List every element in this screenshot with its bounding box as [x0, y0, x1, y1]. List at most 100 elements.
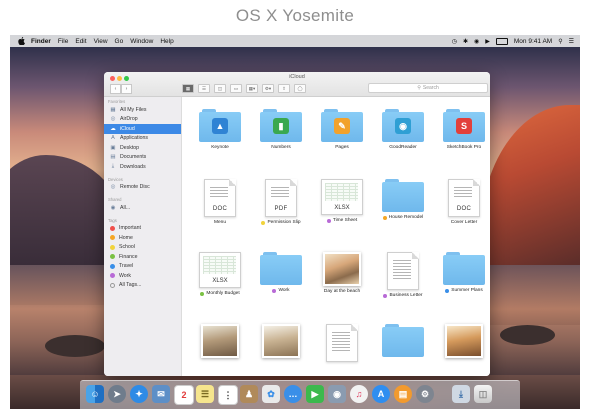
file-item-cover-letter[interactable]: DOC Cover Letter: [434, 179, 490, 225]
file-item-menu[interactable]: DOC Menu: [190, 179, 250, 225]
file-item-time-sheet[interactable]: XLSX Time Sheet: [312, 179, 372, 223]
spotlight-icon[interactable]: ⚲: [558, 38, 562, 45]
doc-file-icon: [387, 252, 419, 290]
folder-icon: [382, 179, 424, 212]
file-item-monthly-budget[interactable]: XLSX Monthly Budget: [190, 252, 250, 296]
all-my-files-icon: ▦: [110, 106, 116, 113]
file-item-house-remodel[interactable]: House Remodel: [373, 179, 433, 220]
menu-view[interactable]: View: [94, 38, 108, 45]
file-item-pages[interactable]: ✎ Pages: [312, 109, 372, 150]
cover-flow-button[interactable]: ▭: [230, 84, 242, 93]
file-item-goodreader[interactable]: ◉ GoodReader: [373, 109, 433, 150]
messages-dock-icon[interactable]: …: [284, 385, 302, 403]
file-item-folder[interactable]: [373, 324, 433, 357]
reminders-dock-icon[interactable]: ⋮: [218, 385, 238, 405]
notes-dock-icon[interactable]: ☰: [196, 385, 214, 403]
facetime-dock-icon[interactable]: ▶: [306, 385, 324, 403]
arrange-button[interactable]: ▦▾: [246, 84, 258, 93]
sidebar-item-remote-disc[interactable]: ◎ Remote Disc: [104, 183, 181, 193]
sidebar-tag-all-tags[interactable]: All Tags...: [104, 281, 181, 291]
sidebar-tag-school[interactable]: School: [104, 243, 181, 253]
sidebar-item-label: All Tags...: [119, 282, 142, 289]
desktop-icon: ▣: [110, 144, 116, 151]
file-item-summer-plans[interactable]: Summer Plans: [434, 252, 490, 293]
tag-dot-icon: [110, 254, 115, 260]
doc-file-icon: DOC: [204, 179, 236, 217]
volume-icon[interactable]: ▶: [485, 38, 490, 45]
list-view-button[interactable]: ☰: [198, 84, 210, 93]
file-item-permission-slip[interactable]: PDF Permission Slip: [251, 179, 311, 225]
itunes-dock-icon[interactable]: ♫: [350, 385, 368, 403]
file-item-photo[interactable]: [190, 324, 250, 358]
file-item-keynote[interactable]: ▲ Keynote: [190, 109, 250, 150]
sidebar-item-applications[interactable]: A Applications: [104, 134, 181, 144]
photo-booth-dock-icon[interactable]: ◉: [328, 385, 346, 403]
sidebar-item-desktop[interactable]: ▣ Desktop: [104, 143, 181, 153]
file-item-document[interactable]: [312, 324, 372, 362]
column-view-button[interactable]: ◫: [214, 84, 226, 93]
downloads-stack-dock-icon[interactable]: ⤓: [452, 385, 470, 403]
title-bar[interactable]: iCloud ‹ › ▦ ☰ ◫ ▭ ▦▾ ⚙▾ ⇧ ◯ ⚲ Search: [104, 72, 490, 97]
nav-buttons: ‹ ›: [110, 84, 132, 94]
tag-dot-icon: [110, 273, 115, 279]
sidebar-tag-important[interactable]: Important: [104, 224, 181, 234]
sidebar-tag-work[interactable]: Work: [104, 271, 181, 281]
notification-center-icon[interactable]: ☰: [569, 38, 574, 45]
file-item-photo[interactable]: [434, 324, 490, 358]
icon-view-button[interactable]: ▦: [182, 84, 194, 93]
tag-dot-icon: [272, 288, 277, 293]
search-field[interactable]: ⚲ Search: [368, 83, 488, 93]
mail-dock-icon[interactable]: ✉: [152, 385, 170, 403]
sidebar-item-all-my-files[interactable]: ▦ All My Files: [104, 105, 181, 115]
tag-button[interactable]: ◯: [294, 84, 306, 93]
sidebar-tag-travel[interactable]: Travel: [104, 262, 181, 272]
menu-edit[interactable]: Edit: [75, 38, 86, 45]
sidebar-item-label: AirDrop: [120, 116, 138, 123]
airdrop-icon: ◎: [110, 116, 116, 123]
finder-window: iCloud ‹ › ▦ ☰ ◫ ▭ ▦▾ ⚙▾ ⇧ ◯ ⚲ Search Fa: [104, 72, 490, 376]
back-button[interactable]: ‹: [110, 84, 121, 94]
app-store-dock-icon[interactable]: A: [372, 385, 390, 403]
dock: ☺ ➤ ✦ ✉ 2 ☰ ⋮ ♟ ✿ … ▶ ◉ ♫ A ▤ ⚙ ⤓ ◫: [80, 380, 520, 409]
finder-dock-icon[interactable]: ☺: [86, 385, 104, 403]
sidebar-item-documents[interactable]: ▤ Documents: [104, 153, 181, 163]
menu-help[interactable]: Help: [160, 38, 173, 45]
contacts-dock-icon[interactable]: ♟: [240, 385, 258, 403]
launchpad-dock-icon[interactable]: ➤: [108, 385, 126, 403]
trash-dock-icon[interactable]: ◫: [474, 385, 492, 403]
menu-app-name[interactable]: Finder: [31, 38, 51, 45]
sidebar-tag-finance[interactable]: Finance: [104, 252, 181, 262]
sidebar-item-shared-all[interactable]: ◉ All...: [104, 203, 181, 213]
file-ext: XLSX: [334, 205, 350, 211]
sidebar-tag-home[interactable]: Home: [104, 233, 181, 243]
file-item-day-at-the-beach[interactable]: Day at the beach: [312, 252, 372, 294]
menu-file[interactable]: File: [58, 38, 68, 45]
time-machine-icon[interactable]: ◷: [452, 38, 457, 45]
sidebar-item-icloud[interactable]: ☁ iCloud: [104, 124, 181, 134]
file-item-work[interactable]: Work: [251, 252, 311, 293]
file-item-business-letter[interactable]: Business Letter: [373, 252, 433, 298]
calendar-dock-icon[interactable]: 2: [174, 385, 194, 405]
sidebar-item-airdrop[interactable]: ◎ AirDrop: [104, 115, 181, 125]
pdf-file-icon: PDF: [265, 179, 297, 217]
apple-icon[interactable]: [17, 37, 25, 45]
battery-icon[interactable]: [495, 37, 508, 45]
file-item-numbers[interactable]: ▮ Numbers: [251, 109, 311, 150]
safari-dock-icon[interactable]: ✦: [130, 385, 148, 403]
system-preferences-dock-icon[interactable]: ⚙: [416, 385, 434, 403]
photos-dock-icon[interactable]: ✿: [262, 385, 280, 403]
wifi-icon[interactable]: ◉: [474, 38, 479, 45]
ibooks-dock-icon[interactable]: ▤: [394, 385, 412, 403]
menu-go[interactable]: Go: [115, 38, 124, 45]
bluetooth-icon[interactable]: ✱: [463, 38, 468, 45]
action-gear-button[interactable]: ⚙▾: [262, 84, 274, 93]
menu-window[interactable]: Window: [130, 38, 153, 45]
forward-button[interactable]: ›: [121, 84, 132, 94]
sidebar-item-label: Documents: [120, 154, 147, 161]
disc-icon: ◎: [110, 184, 116, 191]
file-item-sketchbook-pro[interactable]: S SketchBook Pro: [434, 109, 490, 150]
file-item-photo[interactable]: [251, 324, 311, 358]
sidebar-item-downloads[interactable]: ⤓ Downloads: [104, 162, 181, 172]
clock[interactable]: Mon 9:41 AM: [514, 38, 552, 45]
share-button[interactable]: ⇧: [278, 84, 290, 93]
